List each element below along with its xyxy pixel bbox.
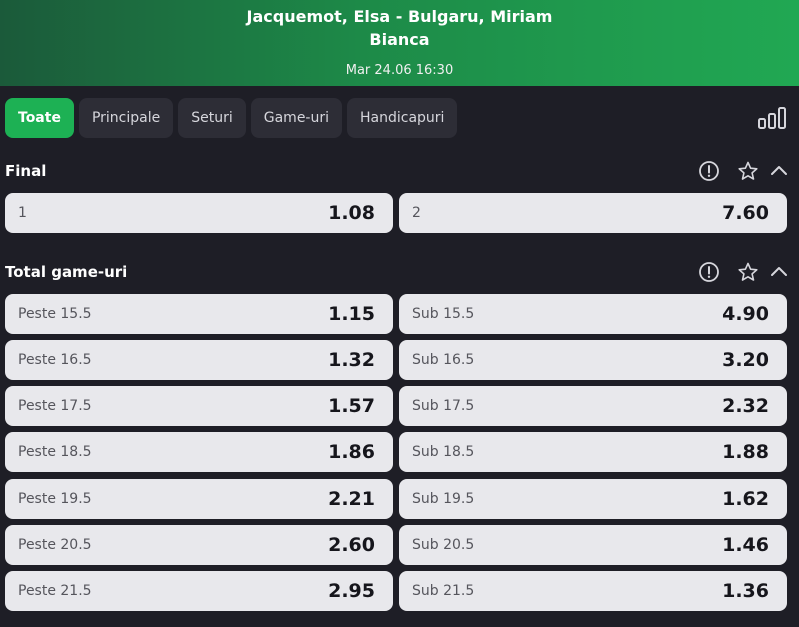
odd-value: 7.60 <box>722 202 769 224</box>
odd-label: Peste 17.5 <box>18 398 92 414</box>
odd-label: Peste 20.5 <box>18 537 92 553</box>
star-icon[interactable] <box>737 160 759 182</box>
odd-value: 3.20 <box>722 349 769 371</box>
chevron-up-icon[interactable] <box>768 261 790 283</box>
info-icon[interactable] <box>698 160 720 182</box>
odd-button-2[interactable]: 2 7.60 <box>399 193 787 233</box>
odd-label: Sub 15.5 <box>412 306 475 322</box>
match-header: Jacquemot, Elsa - Bulgaru, Miriam Bianca… <box>0 0 799 86</box>
odd-value: 1.57 <box>328 395 375 417</box>
odd-value: 2.21 <box>328 488 375 510</box>
tab-toate[interactable]: Toate <box>5 98 74 138</box>
market-tabs: Toate Principale Seturi Game-uri Handica… <box>5 98 458 138</box>
odd-value: 1.08 <box>328 202 375 224</box>
odd-label: Peste 21.5 <box>18 583 92 599</box>
section-title-total-games: Total game-uri <box>5 263 128 281</box>
odd-button-under[interactable]: Sub 15.5 4.90 <box>399 294 787 334</box>
odd-value: 1.62 <box>722 488 769 510</box>
tab-principale[interactable]: Principale <box>78 98 174 138</box>
odd-value: 1.36 <box>722 580 769 602</box>
odd-button-over[interactable]: Peste 19.5 2.21 <box>5 479 393 519</box>
odd-value: 1.46 <box>722 534 769 556</box>
odd-value: 4.90 <box>722 303 769 325</box>
odd-button-over[interactable]: Peste 18.5 1.86 <box>5 432 393 472</box>
tab-handicapuri[interactable]: Handicapuri <box>347 98 458 138</box>
odd-value: 1.88 <box>722 441 769 463</box>
odd-button-over[interactable]: Peste 15.5 1.15 <box>5 294 393 334</box>
odd-value: 2.60 <box>328 534 375 556</box>
odd-value: 1.32 <box>328 349 375 371</box>
odd-label: Peste 18.5 <box>18 444 92 460</box>
bar-chart-icon[interactable] <box>757 106 789 130</box>
odd-label: Sub 20.5 <box>412 537 475 553</box>
odd-button-over[interactable]: Peste 16.5 1.32 <box>5 340 393 380</box>
odd-button-over[interactable]: Peste 21.5 2.95 <box>5 571 393 611</box>
odd-value: 2.95 <box>328 580 375 602</box>
odd-button-under[interactable]: Sub 20.5 1.46 <box>399 525 787 565</box>
tab-game-uri[interactable]: Game-uri <box>250 98 342 138</box>
odd-label: 1 <box>18 205 27 221</box>
odd-label: Peste 19.5 <box>18 491 92 507</box>
odd-button-over[interactable]: Peste 17.5 1.57 <box>5 386 393 426</box>
tab-seturi[interactable]: Seturi <box>178 98 246 138</box>
match-datetime: Mar 24.06 16:30 <box>345 63 454 78</box>
odd-label: Sub 19.5 <box>412 491 475 507</box>
info-icon[interactable] <box>698 261 720 283</box>
star-icon[interactable] <box>737 261 759 283</box>
odd-button-1[interactable]: 1 1.08 <box>5 193 393 233</box>
odd-label: 2 <box>412 205 421 221</box>
odd-button-under[interactable]: Sub 21.5 1.36 <box>399 571 787 611</box>
odd-value: 1.86 <box>328 441 375 463</box>
odd-button-under[interactable]: Sub 19.5 1.62 <box>399 479 787 519</box>
match-title-line2: Bianca <box>369 30 430 49</box>
odd-button-under[interactable]: Sub 17.5 2.32 <box>399 386 787 426</box>
odd-button-under[interactable]: Sub 16.5 3.20 <box>399 340 787 380</box>
odd-label: Sub 16.5 <box>412 352 475 368</box>
match-title-line1: Jacquemot, Elsa - Bulgaru, Miriam <box>246 7 553 26</box>
section-title-final: Final <box>5 162 47 180</box>
match-title: Jacquemot, Elsa - Bulgaru, Miriam Bianca <box>0 5 799 51</box>
odd-value: 1.15 <box>328 303 375 325</box>
odd-button-under[interactable]: Sub 18.5 1.88 <box>399 432 787 472</box>
chevron-up-icon[interactable] <box>768 160 790 182</box>
odd-label: Sub 18.5 <box>412 444 475 460</box>
odd-label: Sub 17.5 <box>412 398 475 414</box>
odd-label: Peste 16.5 <box>18 352 92 368</box>
odd-button-over[interactable]: Peste 20.5 2.60 <box>5 525 393 565</box>
odd-value: 2.32 <box>722 395 769 417</box>
odd-label: Sub 21.5 <box>412 583 475 599</box>
odd-label: Peste 15.5 <box>18 306 92 322</box>
